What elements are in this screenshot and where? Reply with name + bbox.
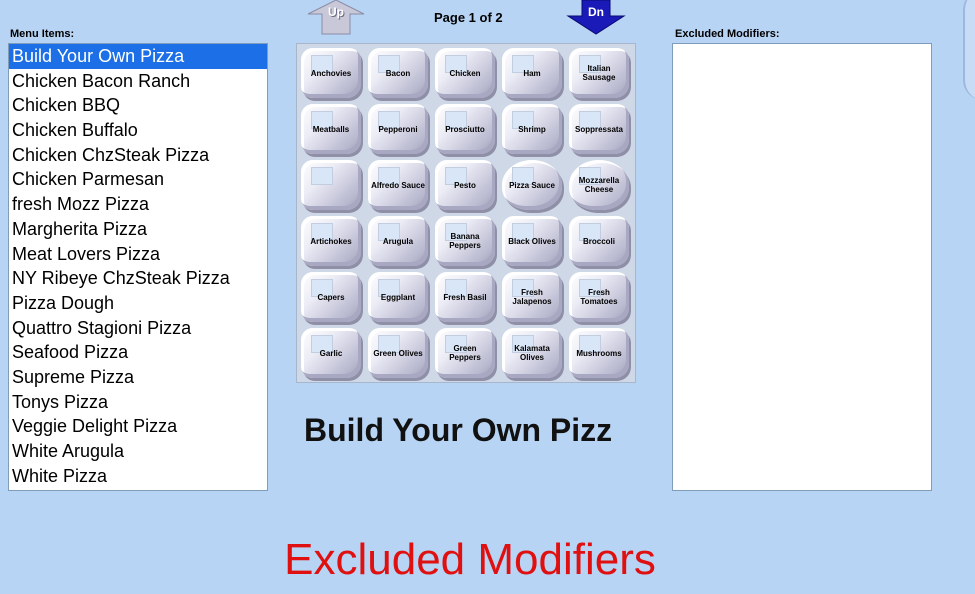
- modifier-button[interactable]: Green Peppers: [435, 328, 495, 378]
- page-up-button[interactable]: Up: [306, 0, 366, 36]
- modifier-label: Fresh Tomatoes: [580, 288, 618, 306]
- modifier-label: Anchovies: [310, 68, 352, 78]
- modifier-label: Arugula: [382, 236, 414, 246]
- menu-list-item[interactable]: Tonys Pizza: [9, 390, 267, 415]
- modifier-label: Artichokes: [310, 236, 352, 246]
- modifier-grid: Anchovies Bacon Chicken Ham Italian Sausage M…: [296, 43, 636, 383]
- menu-list-item[interactable]: Build Your Own Pizza: [9, 44, 267, 69]
- modifier-button[interactable]: Artichokes: [301, 216, 361, 266]
- modifier-button[interactable]: Garlic: [301, 328, 361, 378]
- selected-item-name: Build Your Own Pizz: [304, 412, 613, 448]
- modifier-label: Fresh Basil: [443, 292, 487, 302]
- modifier-button[interactable]: Anchovies: [301, 48, 361, 98]
- modifier-label: Alfredo Sauce: [371, 180, 425, 190]
- modifier-button[interactable]: Meatballs: [301, 104, 361, 154]
- modifier-button[interactable]: Chicken: [435, 48, 495, 98]
- menu-list-item[interactable]: White Arugula: [9, 439, 267, 464]
- menu-list-item[interactable]: Chicken Buffalo: [9, 118, 267, 143]
- menu-list-item[interactable]: Chicken Bacon Ranch: [9, 69, 267, 94]
- modifier-label: Kalamata Olives: [514, 344, 550, 362]
- modifier-button[interactable]: Italian Sausage: [569, 48, 629, 98]
- modifier-label: Pizza Sauce: [509, 180, 555, 190]
- modifier-label: Eggplant: [380, 292, 416, 302]
- menu-list-item[interactable]: Chicken ChzSteak Pizza: [9, 143, 267, 168]
- modifier-label: Pepperoni: [378, 124, 418, 134]
- menu-list-item[interactable]: Veggie Delight Pizza: [9, 414, 267, 439]
- modifier-label: Ham: [523, 68, 541, 78]
- menu-items-list[interactable]: Build Your Own Pizza Chicken Bacon Ranch C…: [8, 43, 268, 491]
- excluded-modifiers-list[interactable]: [672, 43, 932, 491]
- modifier-label: Banana Peppers: [449, 232, 481, 250]
- modifier-label: Prosciutto: [445, 124, 485, 134]
- menu-list-item[interactable]: Pizza Dough: [9, 291, 267, 316]
- modifier-button[interactable]: Pesto: [435, 160, 495, 210]
- modifier-button[interactable]: Ham: [502, 48, 562, 98]
- menu-list-item[interactable]: Supreme Pizza: [9, 365, 267, 390]
- page-indicator: Page 1 of 2: [434, 10, 503, 25]
- modifier-label: Pesto: [454, 180, 476, 190]
- modifier-label: Broccoli: [582, 236, 615, 246]
- modifier-button[interactable]: Mozzarella Cheese: [569, 160, 629, 210]
- modifier-button[interactable]: Eggplant: [368, 272, 428, 322]
- modifier-button[interactable]: Black Olives: [502, 216, 562, 266]
- modifier-label: Green Peppers: [449, 344, 481, 362]
- modifier-label: Shrimp: [518, 124, 546, 134]
- modifier-label: Mozzarella Cheese: [578, 176, 620, 194]
- modifier-button[interactable]: Bacon: [368, 48, 428, 98]
- page-down-button[interactable]: Dn: [566, 0, 626, 36]
- modifier-label: Bacon: [385, 68, 411, 78]
- modifier-button[interactable]: [301, 160, 361, 210]
- menu-list-item[interactable]: NY Ribeye ChzSteak Pizza: [9, 266, 267, 291]
- excluded-modifiers-label: Excluded Modifiers:: [675, 28, 780, 40]
- menu-list-item[interactable]: Seafood Pizza: [9, 340, 267, 365]
- menu-list-item[interactable]: White Pizza: [9, 464, 267, 489]
- modifier-button[interactable]: Shrimp: [502, 104, 562, 154]
- menu-list-item[interactable]: Quattro Stagioni Pizza: [9, 316, 267, 341]
- modifier-label: Chicken: [449, 68, 481, 78]
- modifier-button[interactable]: Alfredo Sauce: [368, 160, 428, 210]
- modifier-label: Green Olives: [373, 348, 423, 358]
- modifier-label: Fresh Jalapenos: [512, 288, 552, 306]
- modifier-button[interactable]: Pepperoni: [368, 104, 428, 154]
- menu-list-item[interactable]: Margherita Pizza: [9, 217, 267, 242]
- button-highlight: [311, 167, 333, 185]
- menu-list-item[interactable]: Meat Lovers Pizza: [9, 242, 267, 267]
- modifier-button[interactable]: Broccoli: [569, 216, 629, 266]
- menu-list-item[interactable]: fresh Mozz Pizza: [9, 192, 267, 217]
- modifier-button[interactable]: Soppressata: [569, 104, 629, 154]
- screen-title: Excluded Modifiers: [284, 535, 656, 584]
- modifier-label: Garlic: [319, 348, 343, 358]
- modifier-label: Mushrooms: [576, 348, 622, 358]
- modifier-button[interactable]: Capers: [301, 272, 361, 322]
- down-label: Dn: [588, 5, 604, 19]
- modifier-label: Soppressata: [574, 124, 624, 134]
- menu-list-item[interactable]: Chicken Parmesan: [9, 167, 267, 192]
- modifier-button[interactable]: Banana Peppers: [435, 216, 495, 266]
- modifier-button[interactable]: Mushrooms: [569, 328, 629, 378]
- modifier-label: Italian Sausage: [582, 64, 616, 82]
- modifier-button[interactable]: Fresh Basil: [435, 272, 495, 322]
- modifier-button[interactable]: Prosciutto: [435, 104, 495, 154]
- corner-button[interactable]: [963, 0, 975, 100]
- modifier-button[interactable]: Pizza Sauce: [502, 160, 562, 210]
- modifier-label: Meatballs: [312, 124, 350, 134]
- up-label: Up: [328, 5, 344, 19]
- menu-list-item[interactable]: Chicken BBQ: [9, 93, 267, 118]
- menu-items-label: Menu Items:: [10, 28, 75, 40]
- modifier-label: Capers: [317, 292, 345, 302]
- modifier-button[interactable]: Kalamata Olives: [502, 328, 562, 378]
- modifier-button[interactable]: Green Olives: [368, 328, 428, 378]
- modifier-label: Black Olives: [508, 236, 556, 246]
- modifier-button[interactable]: Fresh Jalapenos: [502, 272, 562, 322]
- modifier-button[interactable]: Arugula: [368, 216, 428, 266]
- modifier-button[interactable]: Fresh Tomatoes: [569, 272, 629, 322]
